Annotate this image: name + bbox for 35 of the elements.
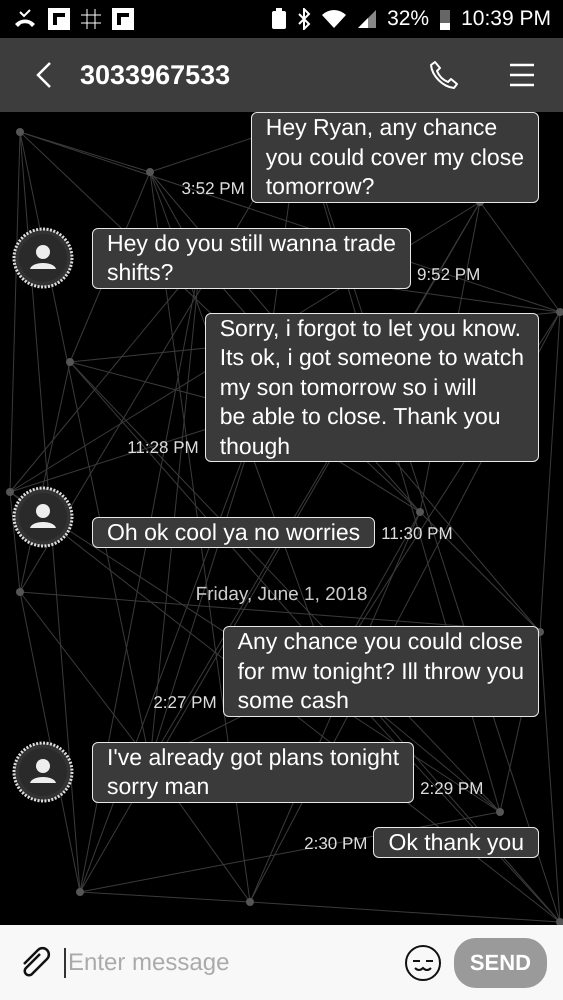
app-icon xyxy=(48,8,70,30)
back-icon[interactable] xyxy=(36,61,52,89)
sudoku-icon xyxy=(80,8,102,30)
menu-icon[interactable] xyxy=(509,62,535,88)
avatar-icon[interactable] xyxy=(12,740,74,802)
message-bubble: Any chance you could close for mw tonight? Ill throw you some cash xyxy=(222,626,539,716)
message-bubble: I've already got plans tonight sorry man xyxy=(92,742,414,802)
message-time: 3:52 PM xyxy=(181,178,245,198)
wifi-icon xyxy=(321,9,348,29)
message-time: 11:28 PM xyxy=(127,438,199,458)
message-time: 2:27 PM xyxy=(153,692,217,712)
message-time: 2:29 PM xyxy=(420,778,484,798)
message-bubble: Hey Ryan, any chance you could cover my close tomorrow? xyxy=(250,112,539,202)
avatar-icon[interactable] xyxy=(12,486,74,548)
emoji-icon[interactable] xyxy=(404,944,442,982)
clock: 10:39 PM xyxy=(461,7,551,31)
avatar-icon[interactable] xyxy=(12,226,74,288)
message-bubble: Sorry, i forgot to let you know. Its ok, i got someone to watch my son tomorrow so i will be able to close. Thank you though xyxy=(204,312,539,462)
signal-icon xyxy=(357,9,378,29)
message-time: 9:52 PM xyxy=(416,264,480,284)
battery-percent: 32% xyxy=(387,7,430,31)
bluetooth-icon xyxy=(297,8,312,30)
send-button[interactable]: SEND xyxy=(454,938,547,988)
message-time: 11:30 PM xyxy=(381,524,453,544)
battery-saver-icon xyxy=(271,8,288,30)
message-input[interactable]: Enter message xyxy=(64,948,392,978)
message-time: 2:30 PM xyxy=(304,834,368,854)
message-bubble: Hey do you still wanna trade shifts? xyxy=(92,228,411,288)
phone-icon[interactable] xyxy=(429,60,459,90)
date-divider: Friday, June 1, 2018 xyxy=(196,584,368,605)
message-bubble: Ok thank you xyxy=(373,826,539,858)
contact-number: 3033967533 xyxy=(80,60,232,90)
battery-icon xyxy=(439,8,452,30)
app-icon xyxy=(112,8,134,30)
message-bubble: Oh ok cool ya no worries xyxy=(92,516,376,548)
